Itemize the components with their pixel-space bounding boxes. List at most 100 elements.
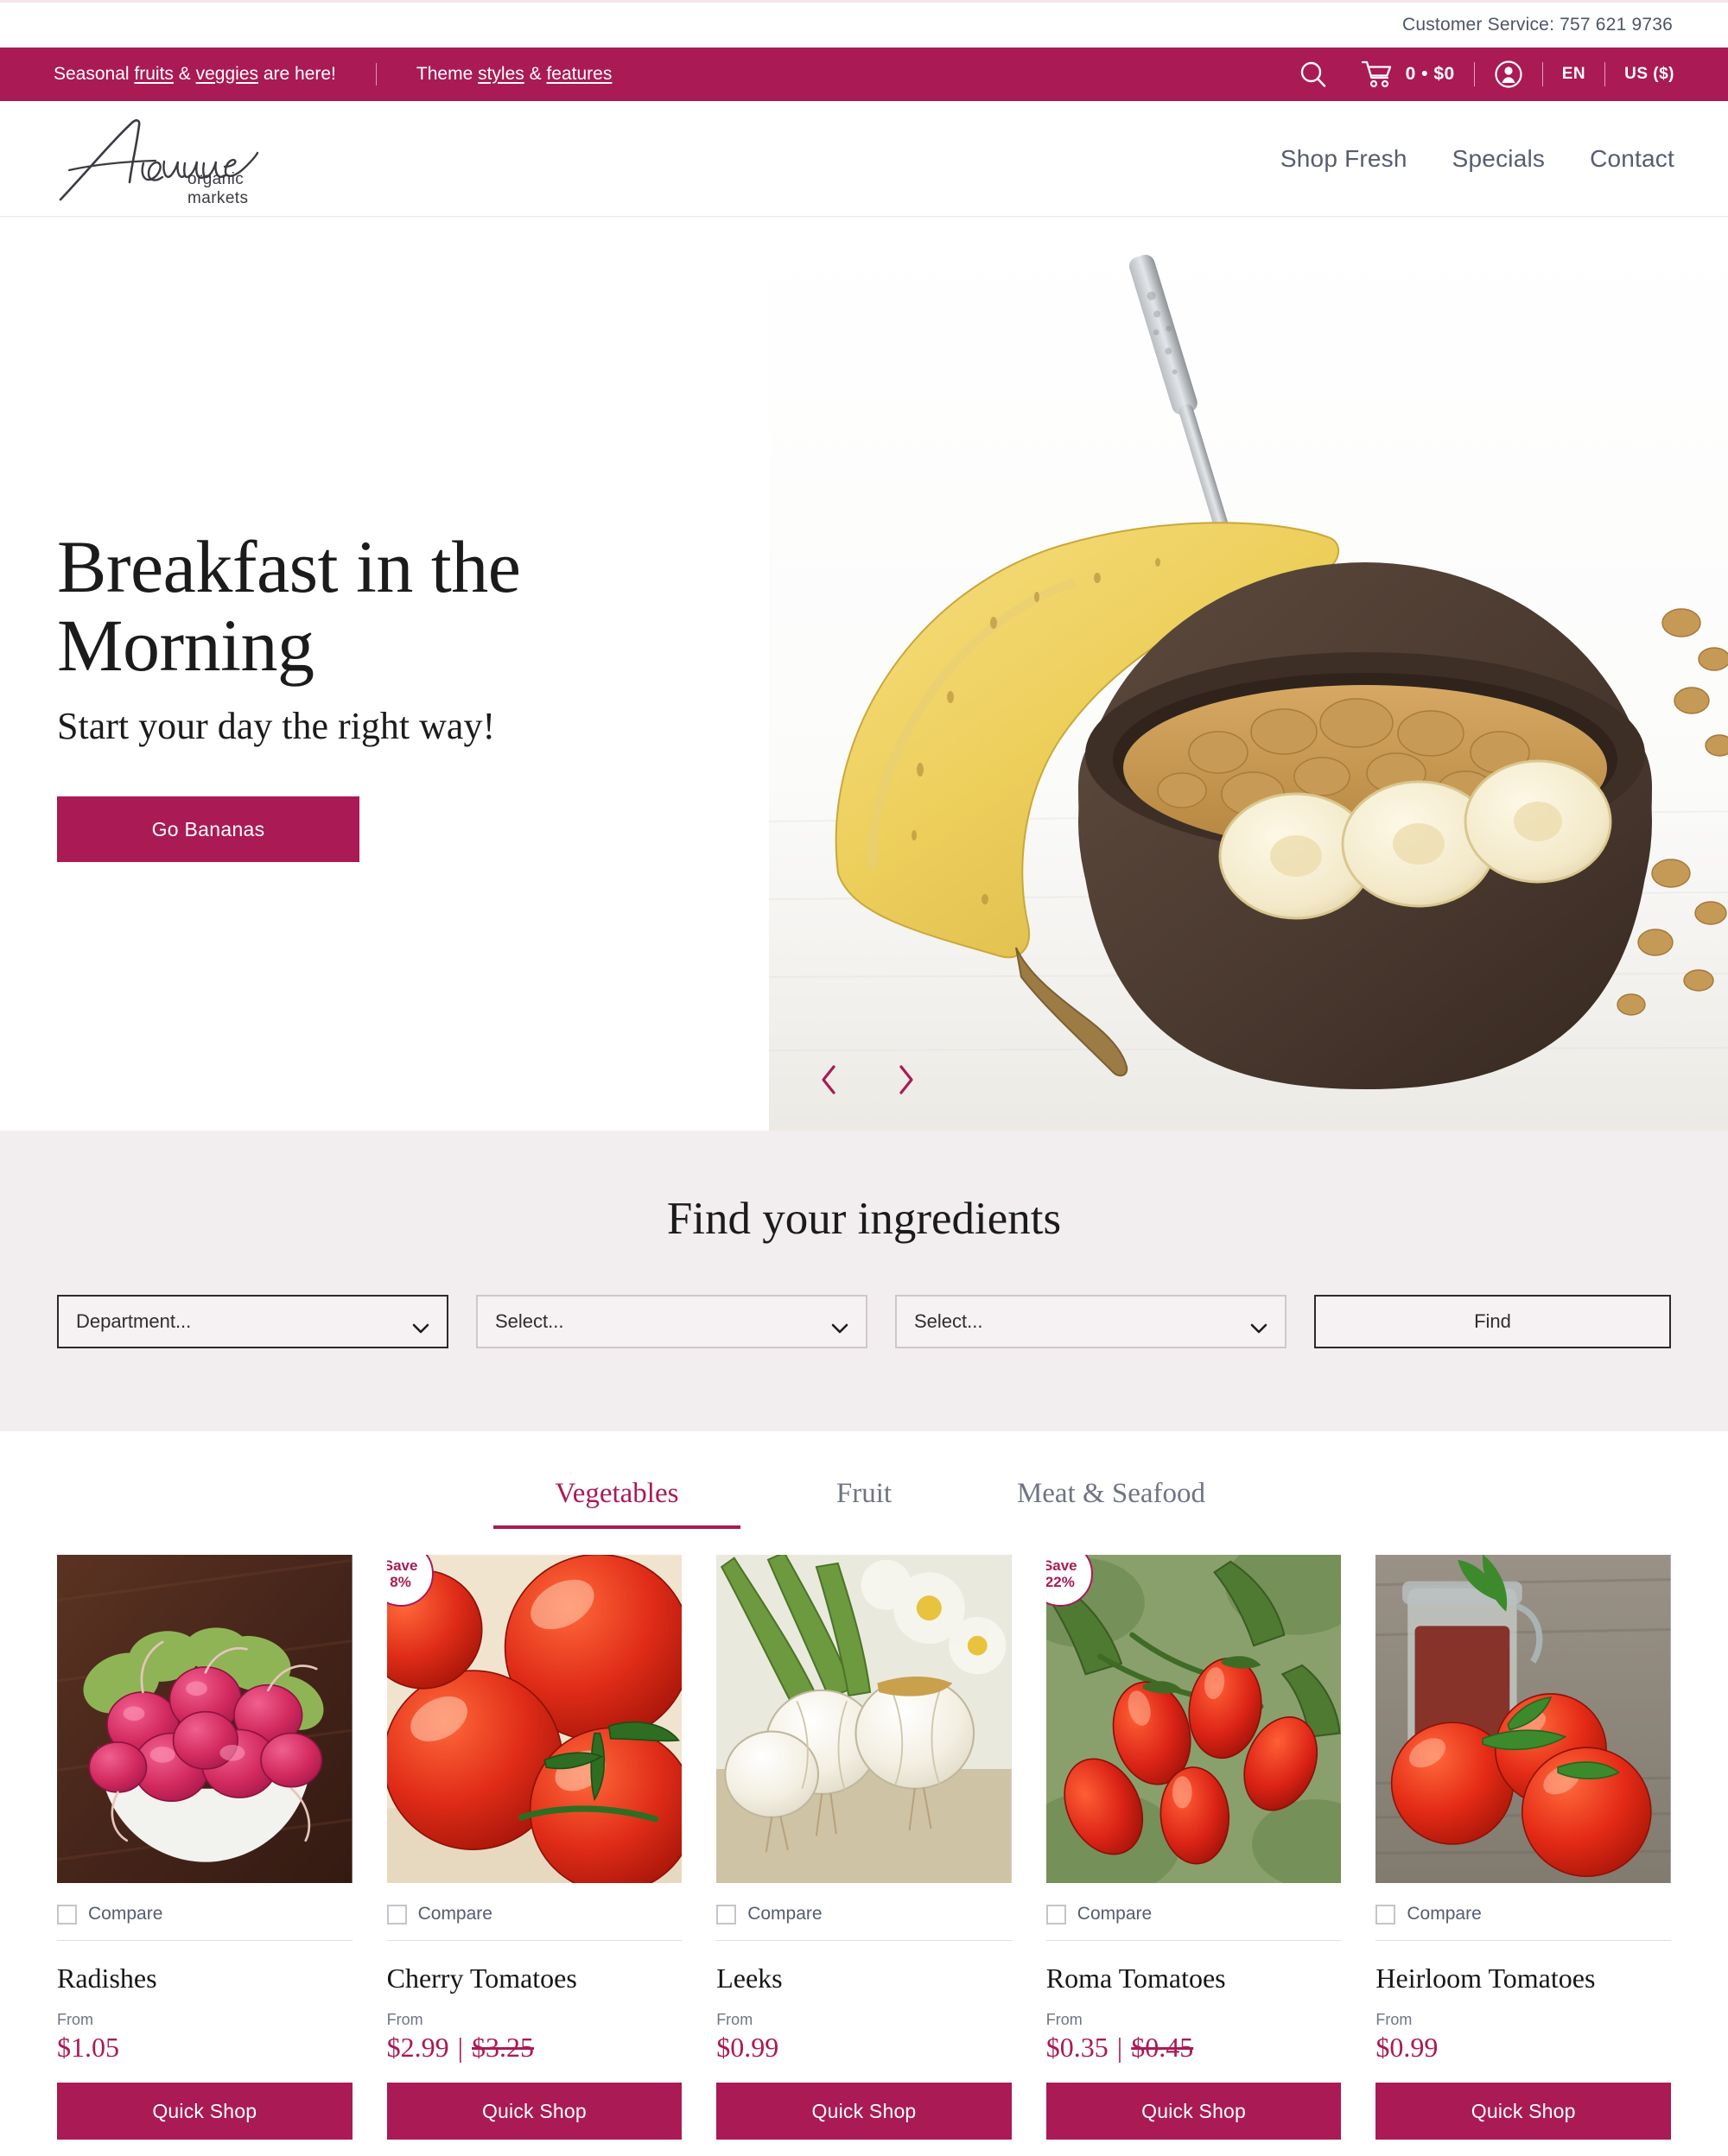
price-separator: | [1116, 2032, 1123, 2064]
product-card: Save 8% Compare Cherry Tomatoes From $2.… [386, 1555, 683, 2140]
compare-checkbox[interactable] [57, 1904, 77, 1925]
product-card: Compare Radishes From $1.05 Quick Shop [57, 1555, 353, 2140]
tab-vegetables[interactable]: Vegetables [493, 1478, 740, 1529]
compare-label[interactable]: Compare [88, 1904, 162, 1925]
promo-message-theme: Theme styles & features [416, 64, 612, 85]
quick-shop-button[interactable]: Quick Shop [386, 2083, 683, 2140]
category-select[interactable]: Select... [476, 1295, 867, 1348]
nav-item-shop-fresh[interactable]: Shop Fresh [1280, 145, 1407, 173]
product-price: $0.99 [1375, 2032, 1671, 2064]
hero-title: Breakfast in the Morning [57, 527, 714, 688]
product-grid: Compare Radishes From $1.05 Quick Shop S… [0, 1529, 1728, 2140]
main-navigation: Shop Fresh Specials Contact [1280, 145, 1674, 173]
product-from-label: From [1375, 2011, 1413, 2029]
product-card: Compare Leeks From $0.99 Quick Shop [716, 1555, 1012, 2140]
subcategory-select[interactable]: Select... [895, 1295, 1286, 1348]
cart-summary-text: 0 • $0 [1405, 64, 1455, 84]
product-image[interactable] [1375, 1555, 1671, 1883]
promo-link-styles[interactable]: styles [478, 64, 524, 84]
compare-label[interactable]: Compare [1407, 1904, 1481, 1925]
hero-title-line-2: Morning [57, 604, 314, 688]
product-price: $2.99 | $3.25 [387, 2032, 683, 2064]
product-price: $0.35 | $0.45 [1046, 2032, 1342, 2064]
site-header: organic markets Shop Fresh Specials Cont… [0, 101, 1728, 217]
compare-row: Compare [716, 1883, 1012, 1941]
account-icon[interactable] [1494, 60, 1523, 89]
product-price-current: $0.99 [1375, 2032, 1439, 2064]
promo-link-features[interactable]: features [546, 64, 612, 84]
promo-messages: Seasonal fruits & veggies are here! Them… [54, 63, 612, 86]
product-from-label: From [716, 2011, 753, 2029]
promo-utility-bar: Seasonal fruits & veggies are here! Them… [0, 48, 1728, 101]
product-card: Compare Heirloom Tomatoes From $0.99 Qui… [1375, 1555, 1671, 2140]
department-select-value: Department... [76, 1310, 192, 1332]
product-price: $1.05 [57, 2032, 353, 2064]
product-card: Save 22% Compare Roma Tomatoes From $0.3… [1045, 1555, 1342, 2140]
hero-carousel-controls [816, 1062, 919, 1098]
chevron-left-icon[interactable] [816, 1062, 842, 1098]
hero-subtitle: Start your day the right way! [57, 705, 496, 748]
tab-fruit[interactable]: Fruit [740, 1478, 988, 1529]
quick-shop-button[interactable]: Quick Shop [1045, 2083, 1342, 2140]
price-separator: | [457, 2032, 463, 2064]
department-select[interactable]: Department... [57, 1295, 448, 1348]
quick-shop-button[interactable]: Quick Shop [57, 2083, 353, 2140]
quick-shop-button[interactable]: Quick Shop [1375, 2083, 1671, 2140]
product-name[interactable]: Leeks [716, 1963, 1012, 1994]
product-price: $0.99 [716, 2032, 1012, 2064]
product-image[interactable] [57, 1555, 353, 1883]
product-name[interactable]: Radishes [57, 1963, 353, 1994]
customer-service-text: Customer Service: 757 621 9736 [1401, 15, 1673, 35]
chevron-right-icon[interactable] [893, 1062, 919, 1098]
product-name[interactable]: Heirloom Tomatoes [1375, 1963, 1671, 1994]
compare-label[interactable]: Compare [747, 1904, 822, 1925]
product-grid-row-2 [0, 2140, 1728, 2156]
compare-row: Compare [1375, 1883, 1671, 1941]
brand-tagline: organic markets [187, 169, 249, 207]
product-price-current: $0.35 [1045, 2032, 1109, 2064]
search-icon[interactable] [1299, 60, 1328, 89]
category-select-value: Select... [495, 1310, 564, 1332]
product-name[interactable]: Cherry Tomatoes [387, 1963, 683, 1994]
product-price-old: $0.45 [1131, 2032, 1194, 2064]
utility-divider-1 [1473, 62, 1475, 86]
finder-controls: Department... Select... Select... Find [0, 1295, 1728, 1348]
compare-label[interactable]: Compare [418, 1904, 492, 1925]
product-image[interactable]: Save 22% [1045, 1555, 1342, 1883]
compare-checkbox[interactable] [716, 1904, 737, 1925]
save-badge-percent: 22% [1045, 1574, 1075, 1590]
compare-checkbox[interactable] [1045, 1904, 1066, 1925]
product-image[interactable] [716, 1555, 1012, 1883]
compare-row: Compare [57, 1883, 353, 1941]
hero-copy: Breakfast in the Morning Start your day … [57, 527, 714, 863]
product-name[interactable]: Roma Tomatoes [1046, 1963, 1342, 1994]
product-image[interactable]: Save 8% [386, 1555, 683, 1883]
save-badge-percent: 8% [390, 1574, 411, 1590]
finder-title: Find your ingredients [666, 1194, 1062, 1244]
product-price-current: $1.05 [57, 2032, 119, 2064]
utility-actions: 0 • $0 EN US ($) [1299, 60, 1674, 89]
find-button[interactable]: Find [1314, 1295, 1671, 1348]
compare-checkbox[interactable] [1375, 1904, 1396, 1925]
brand-logo[interactable]: organic markets [54, 113, 287, 207]
quick-shop-button[interactable]: Quick Shop [716, 2083, 1012, 2140]
nav-item-contact[interactable]: Contact [1590, 145, 1674, 173]
promo-divider [375, 63, 377, 86]
theme-text-mid: & [524, 64, 547, 84]
hero-cta-button[interactable]: Go Bananas [57, 796, 359, 863]
promo-link-fruits[interactable]: fruits [134, 64, 174, 84]
language-selector[interactable]: EN [1562, 65, 1585, 84]
tab-meat-seafood[interactable]: Meat & Seafood [988, 1478, 1235, 1529]
theme-text-pre: Theme [416, 64, 479, 84]
utility-divider-3 [1604, 62, 1606, 86]
nav-item-specials[interactable]: Specials [1452, 145, 1545, 173]
promo-link-veggies[interactable]: veggies [196, 64, 258, 84]
compare-checkbox[interactable] [386, 1904, 407, 1925]
cart-button[interactable]: 0 • $0 [1361, 60, 1455, 89]
compare-label[interactable]: Compare [1077, 1904, 1152, 1925]
promo-message-seasonal: Seasonal fruits & veggies are here! [54, 64, 336, 85]
product-from-label: From [386, 2011, 423, 2029]
chevron-down-icon [831, 1316, 848, 1334]
currency-selector[interactable]: US ($) [1624, 65, 1674, 84]
cart-icon [1361, 60, 1395, 89]
